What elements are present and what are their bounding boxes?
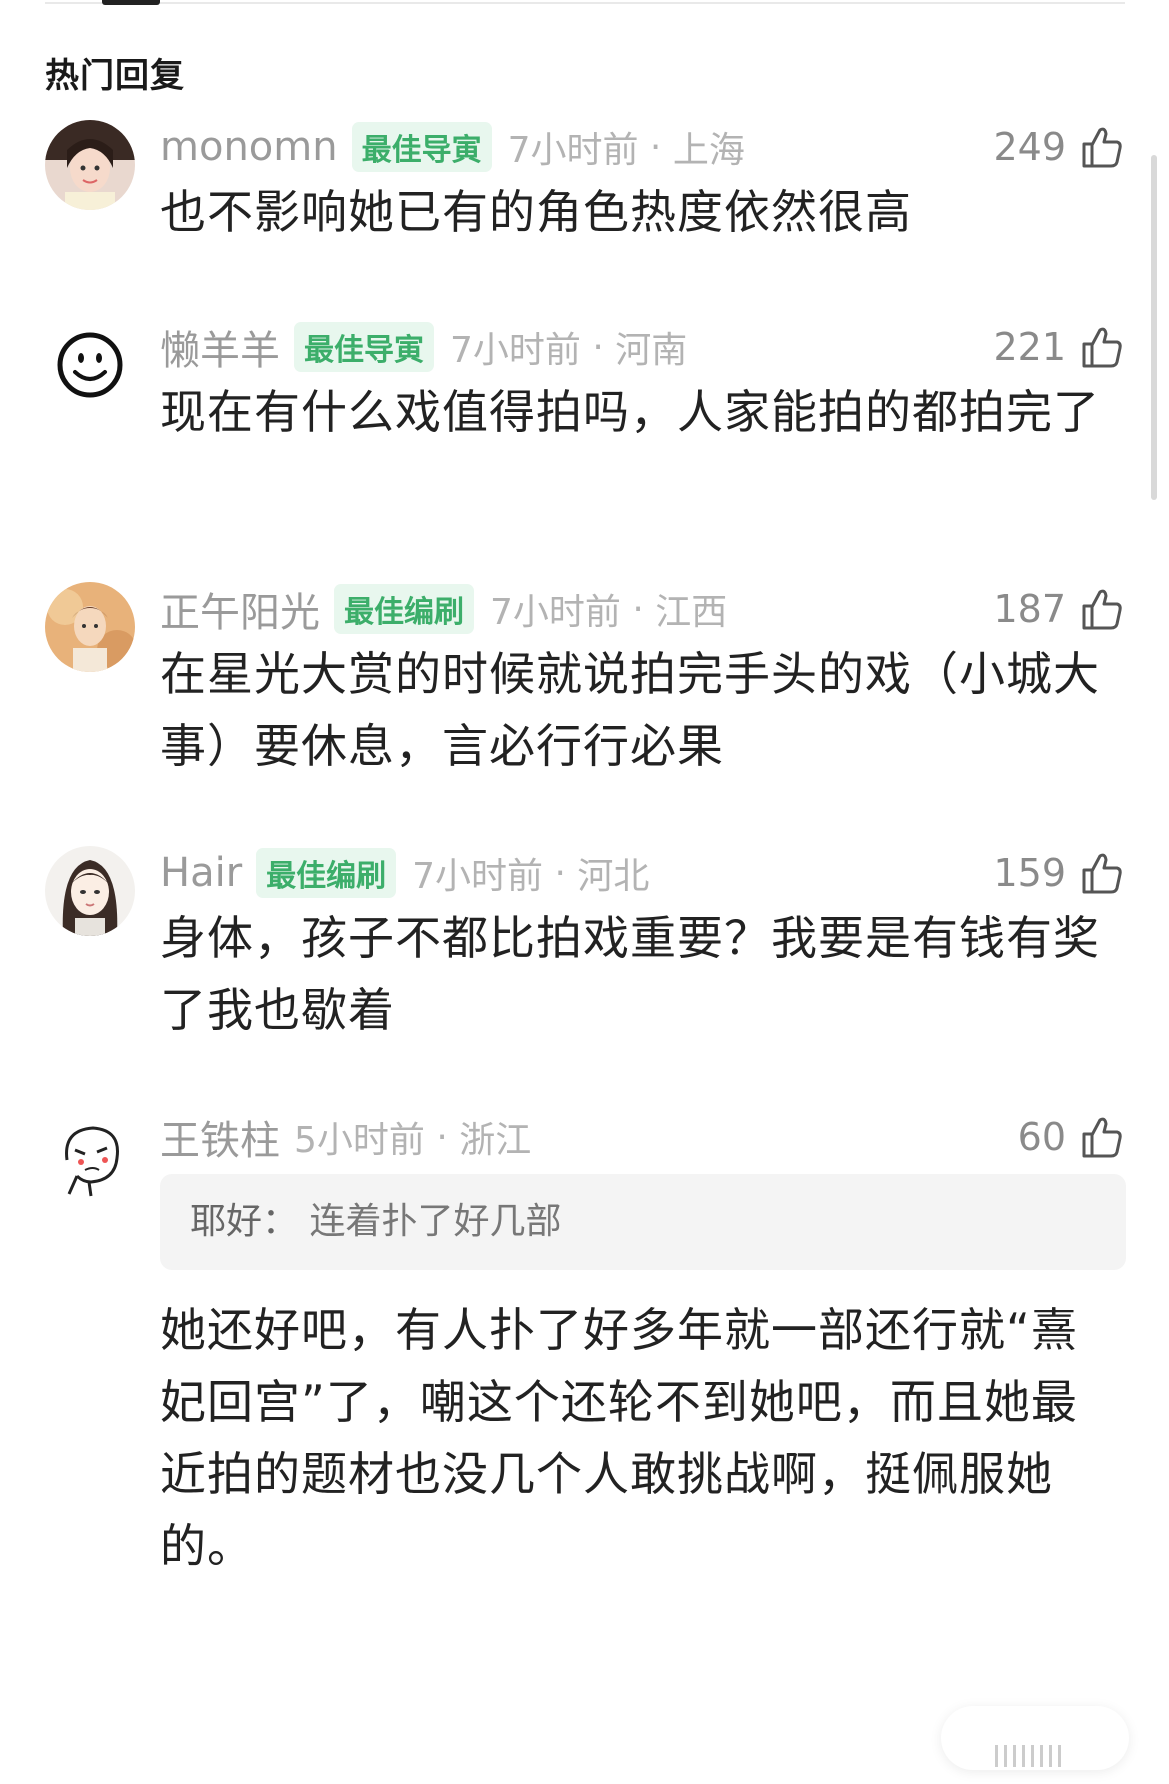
user-avatar[interactable]	[45, 120, 135, 210]
like-button[interactable]: 249	[993, 122, 1124, 172]
meta-separator: ·	[543, 852, 578, 894]
thumbs-up-icon	[1082, 327, 1122, 368]
comment-text: 在星光大赏的时候就说拍完手头的戏（小城大事）要休息，言必行行必果	[160, 647, 1100, 773]
time-text: 7小时前	[412, 856, 544, 897]
user-badge: 最佳导寅	[351, 122, 492, 172]
like-button[interactable]: 159	[993, 848, 1124, 898]
comment-item: Hair 最佳编刷 7小时前 · 河北 159 身体，孩子不都比拍戏重要？我要是…	[0, 846, 1169, 1046]
username[interactable]: monomn	[160, 124, 338, 170]
user-avatar[interactable]	[45, 846, 135, 936]
comment-text: 身体，孩子不都比拍戏重要？我要是有钱有奖了我也歇着	[160, 911, 1100, 1037]
like-count: 187	[993, 587, 1066, 631]
floating-bar-lines	[995, 1745, 1115, 1769]
location-text: 河南	[615, 330, 688, 371]
username[interactable]: 正午阳光	[160, 580, 320, 638]
user-avatar[interactable]	[45, 1110, 135, 1200]
meta-separator: ·	[620, 588, 656, 630]
username[interactable]: Hair	[160, 850, 242, 896]
quote-text: 连着扑了好几部	[309, 1201, 562, 1242]
comment-text: 她还好吧，有人扑了好多年就一部还行就“熹妃回宫”了，嘲这个还轮不到她吧，而且她最…	[160, 1303, 1078, 1573]
time-text: 7小时前	[490, 592, 621, 633]
user-badge: 最佳编刷	[256, 848, 397, 898]
like-count: 221	[993, 325, 1066, 369]
username[interactable]: 懒羊羊	[160, 318, 280, 376]
user-badge: 最佳编刷	[334, 584, 474, 634]
user-avatar[interactable]	[45, 582, 135, 672]
like-button[interactable]: 60	[1018, 1112, 1124, 1162]
top-divider	[45, 2, 1125, 4]
thumbs-up-icon	[1082, 589, 1122, 630]
comment-text: 现在有什么戏值得拍吗，人家能拍的都拍完了	[160, 385, 1100, 439]
comment-item: 懒羊羊 最佳导寅 7小时前 · 河南 221 现在有什么戏值得拍吗，人家能拍的都…	[0, 320, 1169, 520]
thumbs-up-icon	[1082, 1117, 1122, 1158]
time-text: 7小时前	[450, 330, 581, 371]
tab-indicator	[102, 0, 160, 5]
username[interactable]: 王铁柱	[160, 1108, 280, 1166]
time-text: 7小时前	[507, 130, 639, 171]
meta-separator: ·	[638, 126, 673, 168]
like-count: 60	[1017, 1115, 1066, 1159]
comment-text: 也不影响她已有的角色热度依然很高	[160, 185, 912, 239]
like-button[interactable]: 187	[993, 584, 1124, 634]
meta-separator: ·	[424, 1116, 460, 1158]
location-text: 江西	[655, 592, 728, 633]
quote-user: 耶好：	[190, 1201, 299, 1242]
comment-item: monomn 最佳导寅 7小时前 · 上海 249 也不影响她已有的角色热度依然…	[0, 120, 1169, 260]
section-title: 热门回复	[45, 56, 185, 96]
thumbs-up-icon	[1082, 853, 1122, 894]
location-text: 河北	[577, 856, 650, 897]
quoted-reply[interactable]: 耶好： 连着扑了好几部	[160, 1174, 1126, 1270]
like-count: 159	[993, 851, 1066, 895]
like-count: 249	[993, 125, 1066, 169]
like-button[interactable]: 221	[993, 322, 1124, 372]
thumbs-up-icon	[1082, 127, 1122, 168]
time-text: 5小时前	[294, 1120, 425, 1161]
location-text: 浙江	[459, 1120, 532, 1161]
meta-separator: ·	[580, 326, 616, 368]
comment-item: 正午阳光 最佳编刷 7小时前 · 江西 187 在星光大赏的时候就说拍完手头的戏…	[0, 582, 1169, 782]
user-avatar[interactable]	[45, 320, 135, 410]
user-badge: 最佳导寅	[294, 322, 434, 372]
comment-item: 王铁柱 5小时前 · 浙江 60 耶好： 连着扑了好几部 她还好吧，有人扑了好多…	[0, 1108, 1169, 1573]
location-text: 上海	[672, 130, 745, 171]
